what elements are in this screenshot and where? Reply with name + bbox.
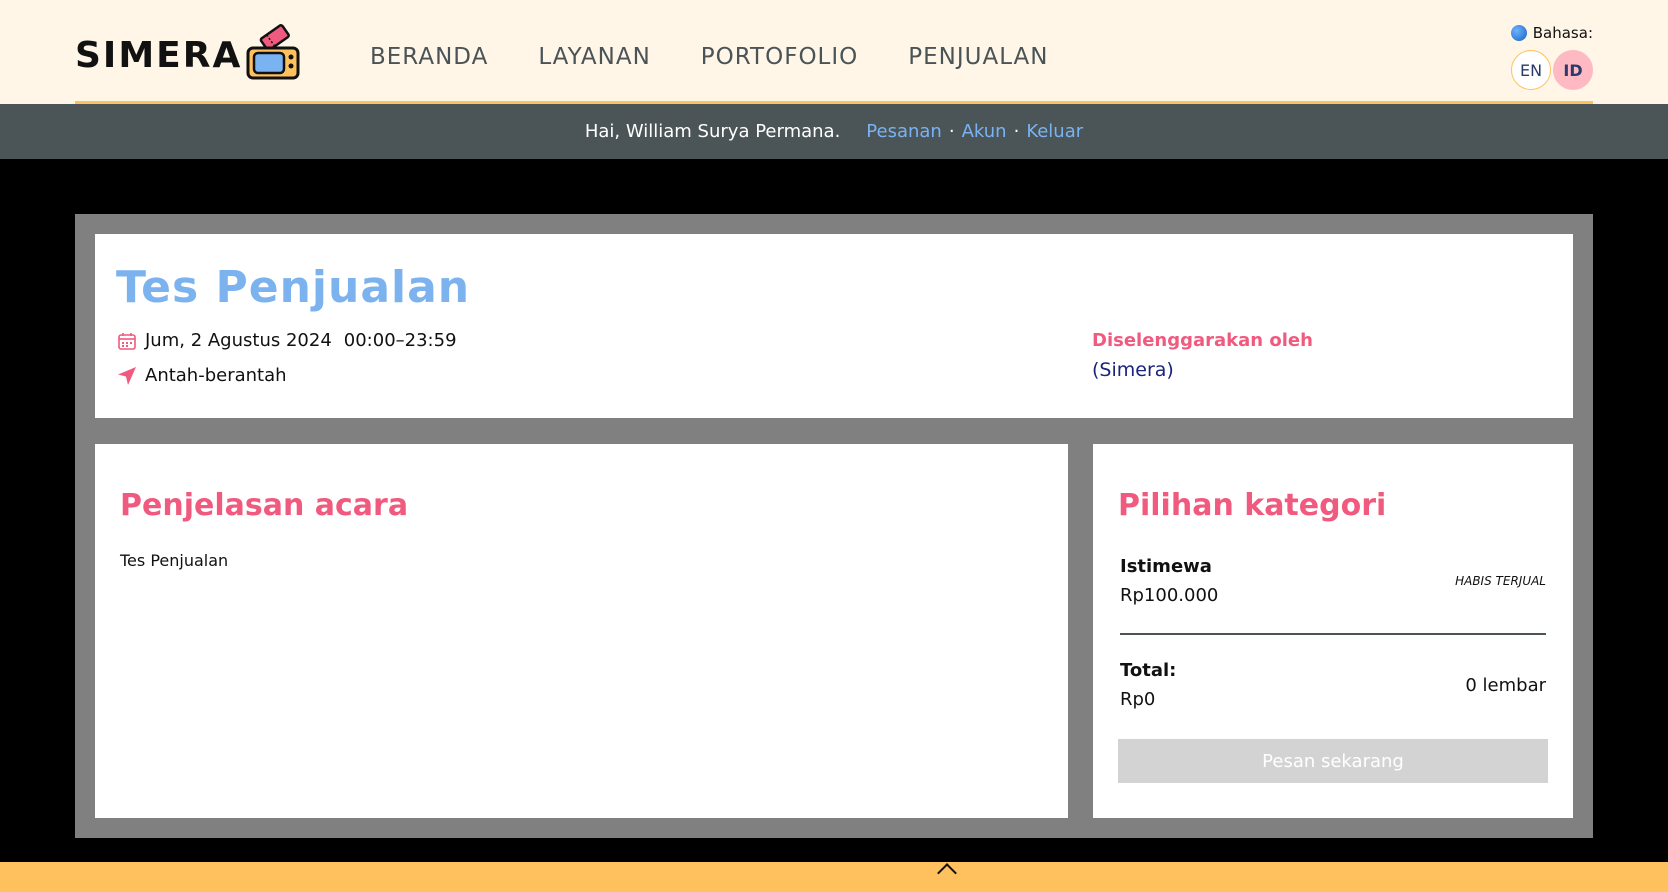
total-value: Rp0 [1120, 689, 1156, 710]
site-footer [0, 862, 1668, 892]
organizer-block: Diselenggarakan oleh (Simera) [1092, 330, 1313, 381]
category-card: Pilihan kategori Istimewa Rp100.000 HABI… [1093, 444, 1573, 818]
language-en-button[interactable]: EN [1511, 50, 1551, 90]
language-id-button[interactable]: ID [1553, 50, 1593, 90]
language-switcher: Bahasa: EN ID [1511, 24, 1593, 90]
globe-icon [1511, 25, 1527, 41]
scroll-up-icon[interactable] [937, 863, 957, 883]
event-time: 00:00–23:59 [343, 330, 457, 351]
ticket-quantity: 0 lembar [1465, 675, 1546, 696]
organizer-label: Diselenggarakan oleh [1092, 330, 1313, 351]
nav-portofolio[interactable]: PORTOFOLIO [701, 44, 858, 70]
separator: · [1013, 121, 1020, 142]
nav-penjualan[interactable]: PENJUALAN [908, 44, 1048, 70]
sold-out-badge: HABIS TERJUAL [1455, 574, 1546, 588]
description-heading: Penjelasan acara [120, 488, 409, 523]
user-greeting: Hai, William Surya Permana. [584, 121, 841, 142]
order-now-button[interactable]: Pesan sekarang [1118, 739, 1548, 783]
description-card: Penjelasan acara Tes Penjualan [95, 444, 1068, 818]
site-header: SIMERA BERANDA LAYANAN PORTOFOLIO PENJUA… [0, 0, 1668, 104]
event-title: Tes Penjualan [116, 262, 471, 313]
event-frame: Tes Penjualan Jum, 2 Agustus 2024 00:00–… [75, 214, 1593, 838]
category-divider [1120, 633, 1546, 635]
main-nav: BERANDA LAYANAN PORTOFOLIO PENJUALAN [370, 44, 1099, 70]
language-label: Bahasa: [1532, 24, 1593, 42]
location-arrow-icon [118, 366, 136, 385]
event-info-card: Tes Penjualan Jum, 2 Agustus 2024 00:00–… [95, 234, 1573, 418]
event-date-row: Jum, 2 Agustus 2024 00:00–23:59 [117, 330, 457, 351]
account-link[interactable]: Akun [962, 121, 1007, 142]
category-price: Rp100.000 [1120, 585, 1219, 606]
separator: · [948, 121, 955, 142]
description-text: Tes Penjualan [120, 551, 229, 570]
category-heading: Pilihan kategori [1118, 488, 1387, 523]
nav-beranda[interactable]: BERANDA [370, 44, 488, 70]
nav-layanan[interactable]: LAYANAN [538, 44, 650, 70]
logo-text: SIMERA [75, 34, 243, 76]
total-label: Total: [1120, 660, 1177, 681]
event-location-row: Antah-berantah [117, 365, 287, 386]
site-logo[interactable]: SIMERA [75, 24, 302, 86]
logout-link[interactable]: Keluar [1026, 121, 1083, 142]
event-date: Jum, 2 Agustus 2024 [145, 330, 332, 351]
organizer-name[interactable]: (Simera) [1092, 359, 1313, 381]
orders-link[interactable]: Pesanan [866, 121, 942, 142]
ticket-tv-icon [244, 24, 302, 86]
user-bar: Hai, William Surya Permana. Pesanan · Ak… [0, 104, 1668, 159]
calendar-icon [118, 332, 136, 350]
category-name: Istimewa [1120, 556, 1212, 577]
event-location: Antah-berantah [145, 365, 287, 386]
